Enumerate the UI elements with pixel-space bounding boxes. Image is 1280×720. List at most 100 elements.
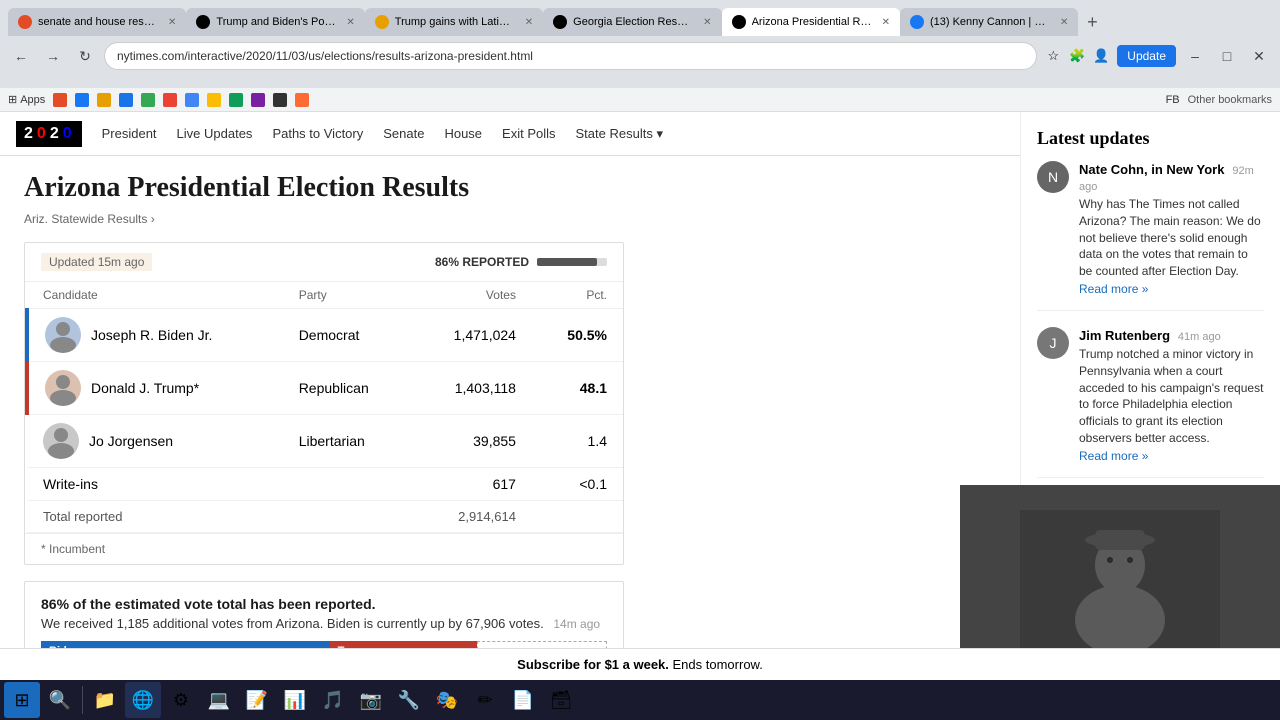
tab-close-icon[interactable]: ✕ xyxy=(168,17,176,28)
update-button[interactable]: Update xyxy=(1117,45,1176,67)
total-pct-empty xyxy=(532,501,623,533)
bookmark-icon-2[interactable] xyxy=(75,93,89,107)
bookmark-icon-4[interactable] xyxy=(119,93,133,107)
read-more-2[interactable]: Read more » xyxy=(1079,449,1148,463)
total-party xyxy=(283,501,413,533)
tab-favicon xyxy=(196,15,210,29)
taskbar-media[interactable]: 🎭 xyxy=(429,682,465,718)
tab-close-icon[interactable]: ✕ xyxy=(882,17,890,28)
extensions-icon[interactable]: 🧩 xyxy=(1067,46,1087,66)
tab-arizona[interactable]: Arizona Presidential Race Re... ✕ xyxy=(722,8,900,36)
candidate-cell-writeins: Write-ins xyxy=(27,468,283,501)
taskbar-tools[interactable]: 🔧 xyxy=(391,682,427,718)
read-more-1[interactable]: Read more » xyxy=(1079,282,1148,296)
nav-house[interactable]: House xyxy=(444,126,482,141)
address-bar[interactable]: nytimes.com/interactive/2020/11/03/us/el… xyxy=(104,42,1037,70)
tab-favicon xyxy=(732,15,746,29)
tab-georgia[interactable]: Georgia Election Results 202... ✕ xyxy=(543,8,721,36)
other-bookmarks[interactable]: Other bookmarks xyxy=(1188,94,1272,106)
close-button[interactable]: ✕ xyxy=(1246,43,1272,69)
bookmark-icon-7[interactable] xyxy=(185,93,199,107)
candidate-pct-jo: 1.4 xyxy=(532,415,623,468)
taskbar-camera[interactable]: 📷 xyxy=(353,682,389,718)
candidate-name-biden: Joseph R. Biden Jr. xyxy=(91,327,212,343)
nav-president[interactable]: President xyxy=(102,126,157,141)
taskbar-chrome[interactable]: 🌐 xyxy=(125,682,161,718)
search-button[interactable]: 🔍 xyxy=(42,682,78,718)
table-row: Write-ins 617 <0.1 xyxy=(27,468,623,501)
bookmark-fb[interactable]: FB xyxy=(1166,94,1180,106)
tab-facebook[interactable]: (13) Kenny Cannon | Facebo... ✕ xyxy=(900,8,1078,36)
tab-close-icon[interactable]: ✕ xyxy=(346,17,354,28)
results-table: Candidate Party Votes Pct. xyxy=(25,282,623,533)
maximize-button[interactable]: □ xyxy=(1214,43,1240,69)
bookmark-icon-1[interactable] xyxy=(53,93,67,107)
minimize-button[interactable]: – xyxy=(1182,43,1208,69)
table-row: Joseph R. Biden Jr. Democrat 1,471,024 5… xyxy=(27,309,623,362)
bookmark-icon-8[interactable] xyxy=(207,93,221,107)
subscribe-banner: Subscribe for $1 a week. Ends tomorrow. xyxy=(0,648,1280,680)
update-item-1: N Nate Cohn, in New York 92m ago Why has… xyxy=(1037,161,1264,311)
nav-paths-to-victory[interactable]: Paths to Victory xyxy=(272,126,363,141)
candidate-votes-trump: 1,403,118 xyxy=(412,362,532,415)
avatar-trump xyxy=(45,370,81,406)
taskbar-notepad[interactable]: 📝 xyxy=(239,682,275,718)
bookmark-icon-10[interactable] xyxy=(251,93,265,107)
taskbar-edit[interactable]: ✏ xyxy=(467,682,503,718)
update-text-2: Trump notched a minor victory in Pennsyl… xyxy=(1079,346,1264,447)
nav-exit-polls[interactable]: Exit Polls xyxy=(502,126,555,141)
candidate-pct-writeins: <0.1 xyxy=(532,468,623,501)
tab-close-icon[interactable]: ✕ xyxy=(703,17,711,28)
info-bold-text: 86% of the estimated vote total has been… xyxy=(41,596,607,612)
apps-icon: ⊞ xyxy=(8,93,17,106)
candidate-party-biden: Democrat xyxy=(283,309,413,362)
article-area: Arizona Presidential Election Results Ar… xyxy=(0,156,1020,704)
tab-close-icon[interactable]: ✕ xyxy=(1060,17,1068,28)
avatar-jim: J xyxy=(1037,327,1069,359)
nav-senate[interactable]: Senate xyxy=(383,126,424,141)
tab-trump-biden[interactable]: Trump and Biden's Possible ... ✕ xyxy=(186,8,364,36)
bookmark-icon-12[interactable] xyxy=(295,93,309,107)
tab-trump-latinos[interactable]: Trump gains with Latinos, lo... ✕ xyxy=(365,8,543,36)
tab-label: senate and house results - C... xyxy=(38,16,158,28)
candidate-votes-jo: 39,855 xyxy=(412,415,532,468)
taskbar-explorer[interactable]: 📁 xyxy=(87,682,123,718)
start-button[interactable]: ⊞ xyxy=(4,682,40,718)
profile-icon[interactable]: 👤 xyxy=(1091,46,1111,66)
info-time: 14m ago xyxy=(553,617,600,631)
bookmark-icon-11[interactable] xyxy=(273,93,287,107)
candidate-name-trump: Donald J. Trump* xyxy=(91,380,199,396)
table-row: Donald J. Trump* Republican 1,403,118 48… xyxy=(27,362,623,415)
nav-live-updates[interactable]: Live Updates xyxy=(177,126,253,141)
taskbar-pdf[interactable]: 📄 xyxy=(505,682,541,718)
tab-senate[interactable]: senate and house results - C... ✕ xyxy=(8,8,186,36)
candidate-votes-biden: 1,471,024 xyxy=(412,309,532,362)
sidebar-title: Latest updates xyxy=(1037,128,1264,149)
table-row: Jo Jorgensen Libertarian 39,855 1.4 xyxy=(27,415,623,468)
bookmark-icon-6[interactable] xyxy=(163,93,177,107)
col-party: Party xyxy=(283,282,413,309)
bookmark-apps[interactable]: ⊞ Apps xyxy=(8,93,45,106)
taskbar-apps[interactable]: 📊 xyxy=(277,682,313,718)
update-author-1: Nate Cohn, in New York xyxy=(1079,162,1224,177)
update-content-1: Nate Cohn, in New York 92m ago Why has T… xyxy=(1079,161,1264,296)
forward-button[interactable]: → xyxy=(40,43,66,69)
breadcrumb[interactable]: Ariz. Statewide Results xyxy=(24,212,996,226)
tab-close-icon[interactable]: ✕ xyxy=(525,17,533,28)
bookmark-icon-5[interactable] xyxy=(141,93,155,107)
reload-button[interactable]: ↻ xyxy=(72,43,98,69)
taskbar-settings[interactable]: ⚙ xyxy=(163,682,199,718)
new-tab-button[interactable]: + xyxy=(1078,8,1106,36)
browser-chrome: senate and house results - C... ✕ Trump … xyxy=(0,0,1280,88)
main-content: 2 0 2 0 President Live Updates Paths to … xyxy=(0,112,1020,704)
footnote: * Incumbent xyxy=(25,533,623,564)
bookmark-icon-9[interactable] xyxy=(229,93,243,107)
update-time-2: 41m ago xyxy=(1178,331,1221,343)
nav-state-results[interactable]: State Results xyxy=(576,126,663,142)
bookmark-icon[interactable]: ☆ xyxy=(1043,46,1063,66)
taskbar-cmd[interactable]: 💻 xyxy=(201,682,237,718)
taskbar-music[interactable]: 🎵 xyxy=(315,682,351,718)
bookmark-icon-3[interactable] xyxy=(97,93,111,107)
back-button[interactable]: ← xyxy=(8,43,34,69)
taskbar-misc[interactable]: 🗃 xyxy=(543,682,579,718)
